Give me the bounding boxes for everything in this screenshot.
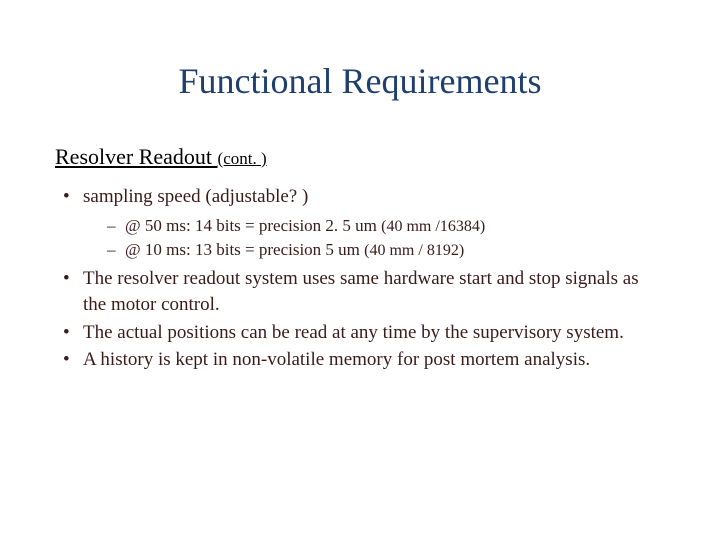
list-item: sampling speed (adjustable? ) @ 50 ms: 1… <box>55 184 665 262</box>
section-heading-cont: (cont. ) <box>218 149 267 168</box>
bullet-list: sampling speed (adjustable? ) @ 50 ms: 1… <box>55 184 665 373</box>
sub-bullet-paren: (40 mm / 8192) <box>364 242 464 259</box>
bullet-text: A history is kept in non-volatile memory… <box>83 349 590 370</box>
bullet-text: The actual positions can be read at any … <box>83 322 624 343</box>
section-heading: Resolver Readout (cont. ) <box>55 144 665 170</box>
list-item: The resolver readout system uses same ha… <box>55 266 665 317</box>
sub-bullet-text: @ 50 ms: 14 bits = precision 2. 5 um <box>125 216 381 235</box>
sub-bullet-text: @ 10 ms: 13 bits = precision 5 um <box>125 240 364 259</box>
sub-bullet-paren: (40 mm /16384) <box>381 218 485 235</box>
list-item: @ 10 ms: 13 bits = precision 5 um (40 mm… <box>103 238 665 262</box>
section-heading-main: Resolver Readout <box>55 144 218 169</box>
bullet-text: sampling speed (adjustable? ) <box>83 186 308 207</box>
bullet-text: The resolver readout system uses same ha… <box>83 268 639 315</box>
list-item: The actual positions can be read at any … <box>55 320 665 346</box>
sub-bullet-list: @ 50 ms: 14 bits = precision 2. 5 um (40… <box>83 214 665 263</box>
slide-title: Functional Requirements <box>55 60 665 102</box>
list-item: @ 50 ms: 14 bits = precision 2. 5 um (40… <box>103 214 665 238</box>
list-item: A history is kept in non-volatile memory… <box>55 347 665 373</box>
